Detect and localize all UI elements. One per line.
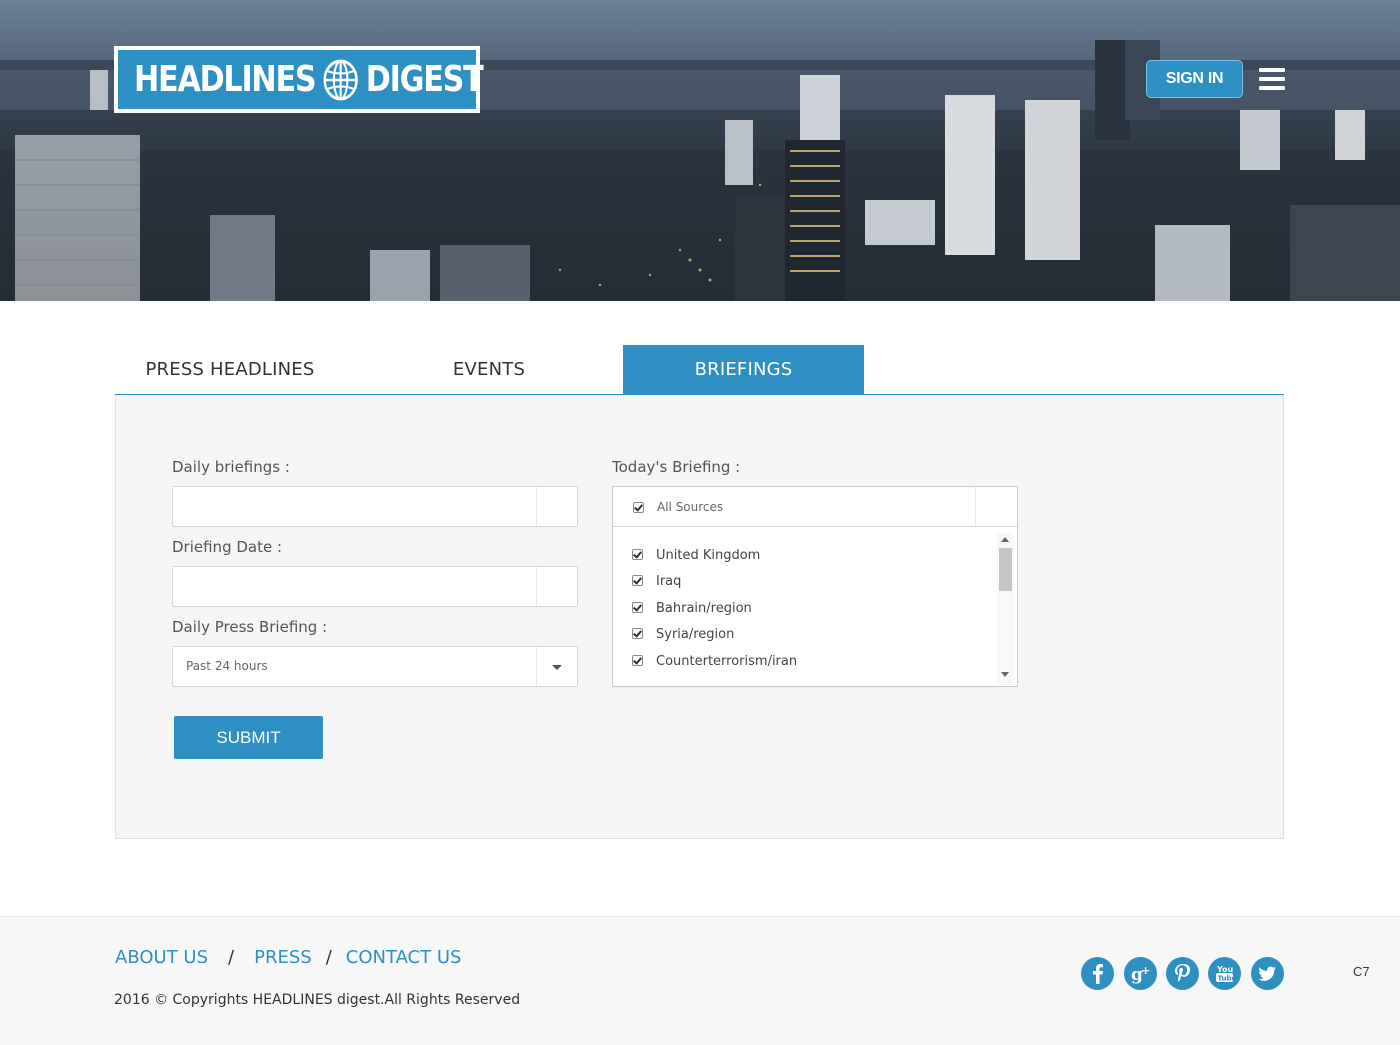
source-item-label: Counterterrorism/iran — [656, 654, 798, 669]
select-value: Past 24 hours — [186, 659, 268, 673]
globe-icon — [323, 59, 358, 100]
pinterest-icon[interactable] — [1166, 957, 1199, 990]
footer-separator: / — [228, 947, 235, 968]
footer: ABOUT US / PRESS / CONTACT US 2016 © Cop… — [0, 916, 1400, 1045]
all-sources-label: All Sources — [657, 500, 724, 514]
daily-briefings-input[interactable] — [172, 486, 578, 527]
hamburger-menu-icon[interactable] — [1259, 68, 1285, 90]
sources-list: All Sources United Kingdom Iraq Bahrain/… — [612, 486, 1018, 687]
footer-link-press[interactable]: PRESS — [254, 947, 312, 968]
tab-bar: PRESS HEADLINES EVENTS BRIEFINGS — [115, 345, 1284, 395]
footer-link-about-us[interactable]: ABOUT US — [115, 947, 208, 968]
scroll-thumb[interactable] — [999, 548, 1012, 591]
hero-banner: HEADLINES DIGEST SIGN IN — [0, 0, 1400, 301]
scroll-down-icon[interactable] — [1001, 672, 1009, 677]
site-logo[interactable]: HEADLINES DIGEST — [114, 46, 484, 113]
youtube-icon[interactable]: You Tube — [1208, 957, 1241, 990]
checkbox-iraq[interactable] — [632, 575, 643, 586]
daily-press-briefing-select[interactable]: Past 24 hours — [172, 646, 578, 687]
briefings-panel: Daily briefings : Driefing Date : Daily … — [115, 395, 1284, 839]
tab-press-headlines[interactable]: PRESS HEADLINES — [115, 345, 345, 394]
checkbox-counterterrorism-iran[interactable] — [632, 655, 643, 666]
checkbox-syria-region[interactable] — [632, 628, 643, 639]
source-item-label: Bahrain/region — [656, 601, 752, 616]
sources-scrollbar[interactable] — [997, 533, 1014, 683]
tab-events[interactable]: EVENTS — [373, 345, 605, 394]
source-item-label: Syria/region — [656, 627, 735, 642]
briefing-date-label: Driefing Date : — [172, 538, 283, 556]
daily-press-briefing-label: Daily Press Briefing : — [172, 618, 328, 636]
svg-text:Tube: Tube — [1218, 975, 1237, 983]
logo-text-left: HEADLINES — [134, 59, 317, 100]
checkbox-united-kingdom[interactable] — [632, 549, 643, 560]
svg-text:You: You — [1216, 965, 1234, 974]
facebook-icon[interactable] — [1081, 957, 1114, 990]
tab-briefings[interactable]: BRIEFINGS — [623, 345, 864, 394]
copyright-text: 2016 © Copyrights HEADLINES digest.All R… — [114, 992, 521, 1008]
sign-in-button[interactable]: SIGN IN — [1146, 60, 1243, 98]
svg-text:+: + — [1141, 964, 1150, 977]
briefing-date-input[interactable] — [172, 566, 578, 607]
twitter-icon[interactable] — [1251, 957, 1284, 990]
google-plus-icon[interactable]: g + — [1124, 957, 1157, 990]
chevron-down-icon[interactable] — [552, 665, 562, 670]
checkbox-all-sources[interactable] — [633, 502, 644, 513]
scroll-up-icon[interactable] — [1001, 537, 1009, 542]
source-item-label: Iraq — [656, 574, 682, 589]
source-item-label: United Kingdom — [656, 548, 761, 563]
submit-button[interactable]: SUBMIT — [174, 716, 323, 759]
daily-briefings-label: Daily briefings : — [172, 458, 290, 476]
footer-link-contact-us[interactable]: CONTACT US — [346, 947, 462, 968]
todays-briefing-label: Today's Briefing : — [612, 458, 741, 476]
logo-text-right: DIGEST — [365, 59, 484, 100]
checkbox-bahrain-region[interactable] — [632, 602, 643, 613]
all-sources-row[interactable]: All Sources — [613, 487, 1017, 527]
footer-separator: / — [325, 947, 332, 968]
footer-links: ABOUT US / PRESS / CONTACT US — [115, 947, 461, 968]
page-code: C7 — [1353, 964, 1370, 979]
